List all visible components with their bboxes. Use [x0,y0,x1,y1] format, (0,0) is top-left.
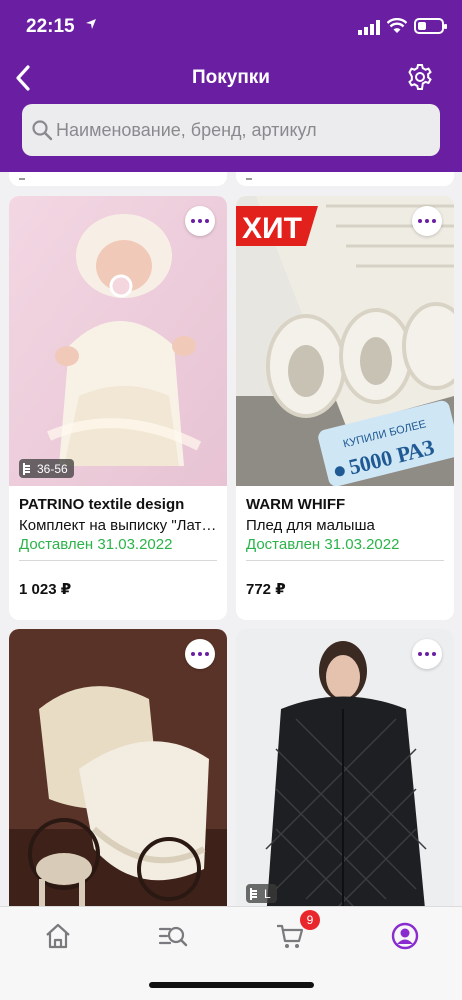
profile-icon[interactable] [390,921,420,951]
size-badge: L [246,884,277,903]
more-options-button[interactable] [412,206,442,236]
location-arrow-icon [86,19,96,29]
product-image[interactable]: ХИТ КУПИЛИ БОЛЕЕ 5000 РАЗ [236,196,454,486]
home-indicator [149,982,314,988]
ruler-icon [250,887,260,900]
list-item-partial[interactable] [236,172,454,186]
product-brand: WARM WHIFF [246,496,346,513]
knit-blanket-photo: ХИТ КУПИЛИ БОЛЕЕ 5000 РАЗ [236,196,454,486]
search-bar[interactable] [22,104,440,156]
product-card[interactable]: L [236,629,454,929]
delivery-status: Доставлен 31.03.2022 [19,536,173,553]
divider [246,560,444,561]
status-time: 22:15 [26,16,75,37]
delivery-status: Доставлен 31.03.2022 [246,536,400,553]
baby-outfit-photo [9,196,227,486]
product-image[interactable]: L [236,629,454,919]
search-icon [32,120,53,141]
gear-icon[interactable] [406,63,434,91]
home-icon[interactable] [43,921,73,951]
more-options-button[interactable] [185,639,215,669]
status-bar: 22:15 [0,0,462,56]
catalog-search-icon[interactable] [158,921,188,951]
cart-count-badge: 9 [300,910,320,930]
wifi-icon [387,18,407,33]
list-item-partial[interactable] [9,172,227,186]
header: 22:15 Покупки [0,0,462,172]
search-input[interactable] [56,116,426,144]
more-options-button[interactable] [412,639,442,669]
more-options-button[interactable] [185,206,215,236]
product-price: 772 ₽ [246,581,286,598]
size-badge: 36-56 [19,459,74,478]
page-title: Покупки [191,67,270,88]
product-brand: PATRINO textile design [19,496,185,513]
nav-bar: Покупки [0,60,462,98]
product-price: 1 023 ₽ [19,581,72,598]
product-card[interactable] [9,629,227,929]
hit-label: ХИТ [242,212,302,245]
cart-icon[interactable] [275,921,305,951]
lace-stroller-photo [9,629,227,919]
product-image[interactable]: 36-56 [9,196,227,486]
cellular-signal-icon [358,20,380,35]
battery-icon [414,18,447,34]
ruler-icon [23,462,33,475]
product-card[interactable]: 36-56 PATRINO textile design Комплект на… [9,196,227,620]
product-image[interactable] [9,629,227,919]
divider [19,560,217,561]
product-card[interactable]: ХИТ КУПИЛИ БОЛЕЕ 5000 РАЗ WARM WHIFF Пле… [236,196,454,620]
product-name: Комплект на выписку "Латте" [19,517,217,534]
product-name: Плед для малыша [246,517,375,534]
quilted-coat-photo [236,629,454,919]
